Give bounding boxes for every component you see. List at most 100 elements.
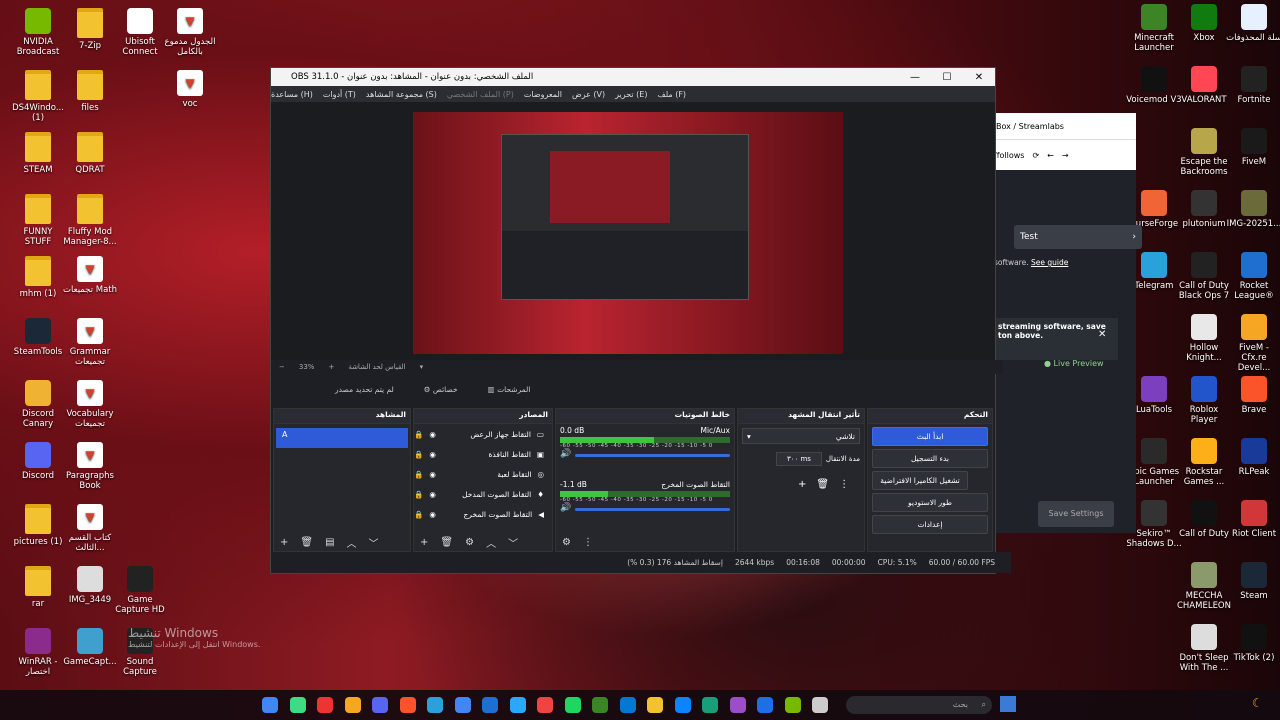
- source-row[interactable]: 🔒 ◉ التقاط جهاز الرعض ▭: [414, 424, 552, 444]
- desktop-icon[interactable]: FUNNY STUFF: [10, 194, 66, 247]
- trash-icon[interactable]: 🗑: [300, 537, 313, 548]
- taskbar-app-icon[interactable]: [482, 697, 498, 713]
- taskbar-app-icon[interactable]: [262, 697, 278, 713]
- gear-icon[interactable]: ⚙: [465, 537, 474, 548]
- duration-input[interactable]: ٣٠٠ ms: [775, 452, 822, 466]
- eye-icon[interactable]: ◉: [429, 450, 436, 459]
- down-arrow-icon[interactable]: ﹀: [508, 535, 518, 550]
- volume-slider[interactable]: [575, 454, 730, 457]
- trash-icon[interactable]: 🗑: [816, 479, 829, 490]
- taskbar-app-icon[interactable]: [454, 697, 471, 713]
- studio-mode-button[interactable]: طور الاستوديو: [872, 493, 988, 512]
- taskbar-app-icon[interactable]: [784, 697, 801, 713]
- desktop-icon[interactable]: Call of Duty: [1176, 500, 1232, 539]
- desktop-icon[interactable]: GameCapt...: [62, 628, 118, 667]
- volume-slider[interactable]: [575, 508, 730, 511]
- preview-area[interactable]: [271, 102, 995, 360]
- desktop-icon[interactable]: QDRAT: [62, 132, 118, 175]
- up-arrow-icon[interactable]: ︿: [347, 535, 357, 550]
- desktop-icon[interactable]: pictures (1): [10, 504, 66, 547]
- zoom-in-icon[interactable]: +: [328, 363, 334, 371]
- trash-icon[interactable]: 🗑: [440, 537, 453, 548]
- zoom-fit-label[interactable]: القياس لحد الشاشة: [348, 363, 405, 371]
- taskbar-app-icon[interactable]: [647, 697, 663, 713]
- chevron-down-icon[interactable]: ▾: [420, 363, 424, 371]
- taskbar-app-icon[interactable]: [537, 697, 553, 713]
- desktop-icon[interactable]: Discord: [10, 442, 66, 481]
- desktop-icon[interactable]: MECCHA CHAMELEON: [1176, 562, 1232, 611]
- menu-item[interactable]: مجموعة المشاهد (S): [366, 90, 437, 99]
- desktop-icon[interactable]: ▼ Vocabulary تجميعات: [62, 380, 118, 429]
- desktop-icon[interactable]: Rocket League®: [1226, 252, 1280, 301]
- desktop-icon[interactable]: NVIDIA Broadcast: [10, 8, 66, 57]
- lock-icon[interactable]: 🔒: [414, 430, 423, 439]
- zoom-level[interactable]: 33%: [299, 363, 315, 371]
- taskbar-app-icon[interactable]: [289, 697, 306, 713]
- taskbar-app-icon[interactable]: [399, 697, 416, 713]
- desktop-icon[interactable]: Xbox: [1176, 4, 1232, 43]
- properties-button[interactable]: ⚙ خصائص: [424, 385, 458, 394]
- desktop-icon[interactable]: RLPeak: [1226, 438, 1280, 477]
- more-icon[interactable]: ⋮: [839, 479, 849, 490]
- desktop-icon[interactable]: plutonium: [1176, 190, 1232, 229]
- settings-button[interactable]: إعدادات: [872, 515, 988, 534]
- filters-button[interactable]: ▥ المرشحات: [488, 385, 531, 394]
- up-arrow-icon[interactable]: ︿: [486, 535, 496, 550]
- taskbar-app-icon[interactable]: [509, 697, 526, 713]
- desktop-icon[interactable]: FiveM - Cfx.re Devel...: [1226, 314, 1280, 373]
- speaker-icon[interactable]: 🔊: [560, 449, 571, 459]
- source-row[interactable]: 🔒 ◉ التقاط النافذة ▣: [414, 444, 552, 464]
- taskbar-app-icon[interactable]: [344, 697, 361, 713]
- desktop-icon[interactable]: Voicemod V3: [1126, 66, 1182, 105]
- scene-item[interactable]: A: [276, 428, 408, 448]
- taskbar-app-icon[interactable]: [729, 697, 746, 713]
- desktop-icon[interactable]: ▼ كتاب القسم الثالث...: [62, 504, 118, 553]
- desktop-icon[interactable]: Roblox Player: [1176, 376, 1232, 425]
- desktop-icon[interactable]: VALORANT: [1176, 66, 1232, 105]
- back-icon[interactable]: ←: [1047, 151, 1054, 160]
- menu-item[interactable]: ملف (F): [657, 90, 686, 99]
- test-button[interactable]: Test ›: [1014, 225, 1142, 249]
- desktop-icon[interactable]: Brave: [1226, 376, 1280, 415]
- start-recording-button[interactable]: بدء التسجيل: [872, 449, 988, 468]
- url-text[interactable]: /follows: [994, 151, 1024, 160]
- desktop-icon[interactable]: mhm (1): [10, 256, 66, 299]
- desktop-icon[interactable]: Discord Canary: [10, 380, 66, 429]
- browser-tab[interactable]: Box / Streamlabs: [994, 113, 1136, 139]
- eye-icon[interactable]: ◉: [429, 430, 436, 439]
- refresh-icon[interactable]: ⟳: [1032, 151, 1039, 160]
- desktop-icon[interactable]: Hollow Knight...: [1176, 314, 1232, 363]
- filter-icon[interactable]: ▤: [325, 537, 334, 548]
- desktop-icon[interactable]: Rockstar Games ...: [1176, 438, 1232, 487]
- desktop-icon[interactable]: Steam: [1226, 562, 1280, 601]
- taskbar-app-icon[interactable]: [702, 697, 718, 713]
- forward-icon[interactable]: →: [1062, 151, 1069, 160]
- eye-icon[interactable]: ◉: [429, 470, 436, 479]
- taskbar-app-icon[interactable]: [564, 697, 581, 713]
- desktop-icon[interactable]: DS4Windo... (1): [10, 70, 66, 123]
- lock-icon[interactable]: 🔒: [414, 470, 423, 479]
- desktop-icon[interactable]: Game Capture HD: [112, 566, 168, 615]
- taskbar-app-icon[interactable]: [372, 697, 388, 713]
- desktop-icon[interactable]: سلة المحذوفات: [1226, 4, 1280, 43]
- taskbar-app-icon[interactable]: [674, 697, 691, 713]
- desktop-icon[interactable]: Call of Duty Black Ops 7: [1176, 252, 1232, 301]
- start-streaming-button[interactable]: ابدأ البث: [872, 427, 988, 446]
- source-row[interactable]: 🔒 ◉ التقاط الصوت المخرج ◀: [414, 504, 552, 524]
- desktop-icon[interactable]: ▼ Grammar تجميعات: [62, 318, 118, 367]
- zoom-out-icon[interactable]: −: [279, 363, 285, 371]
- lock-icon[interactable]: 🔒: [414, 490, 423, 499]
- desktop-icon[interactable]: 7-Zip: [62, 8, 118, 51]
- desktop-icon[interactable]: IMG_3449: [62, 566, 118, 605]
- desktop-icon[interactable]: Escape the Backrooms: [1176, 128, 1232, 177]
- desktop-icon[interactable]: Minecraft Launcher: [1126, 4, 1182, 53]
- desktop-icon[interactable]: FiveM: [1226, 128, 1280, 167]
- source-row[interactable]: 🔒 ◉ التقاط الصوت المدخل ♦: [414, 484, 552, 504]
- save-settings-button[interactable]: Save Settings: [1038, 501, 1114, 527]
- menu-item[interactable]: الملف الشخصي (P): [447, 90, 514, 99]
- desktop-icon[interactable]: SteamTools: [10, 318, 66, 357]
- desktop-icon[interactable]: STEAM: [10, 132, 66, 175]
- live-preview[interactable]: ● Live Preview: [1044, 359, 1104, 368]
- see-guide-link[interactable]: See guide: [1031, 258, 1068, 267]
- menu-item[interactable]: المعروضات: [524, 90, 562, 99]
